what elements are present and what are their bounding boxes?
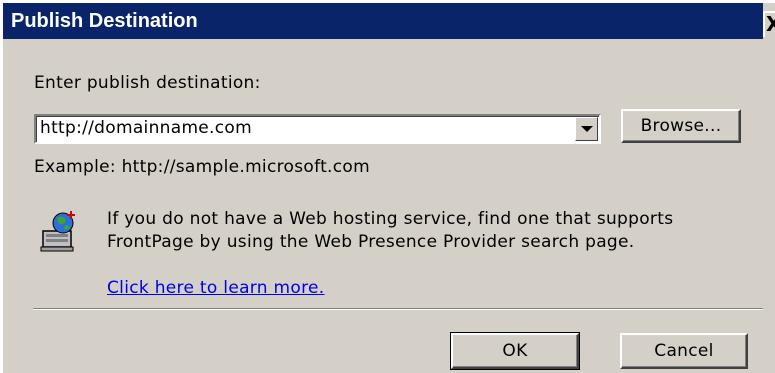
hosting-info-line-2: FrontPage by using the Web Presence Prov… [107,232,635,252]
browse-button-label: Browse... [640,116,722,136]
ok-button-label: OK [502,341,528,361]
close-icon: X [766,13,775,36]
web-server-globe-icon [40,211,75,252]
destination-input-value[interactable]: http://domainname.com [40,118,252,138]
browse-button[interactable]: Browse... [621,109,741,143]
learn-more-link[interactable]: Click here to learn more. [107,278,325,298]
example-text: Example: http://sample.microsoft.com [34,157,370,177]
ok-button[interactable]: OK [450,332,580,370]
hosting-info-line-1: If you do not have a Web hosting service… [107,209,674,229]
cancel-button[interactable]: Cancel [620,333,748,369]
footer-divider [33,308,763,310]
title-bar[interactable]: Publish Destination [3,3,763,39]
cancel-button-label: Cancel [654,341,714,361]
close-button[interactable]: X [763,11,775,37]
destination-combobox[interactable]: http://domainname.com [34,114,601,144]
destination-prompt-label: Enter publish destination: [34,73,261,93]
chevron-down-icon[interactable] [575,117,598,141]
publish-destination-dialog: Publish Destination X Enter publish dest… [0,0,775,373]
window-title: Publish Destination [11,10,198,32]
